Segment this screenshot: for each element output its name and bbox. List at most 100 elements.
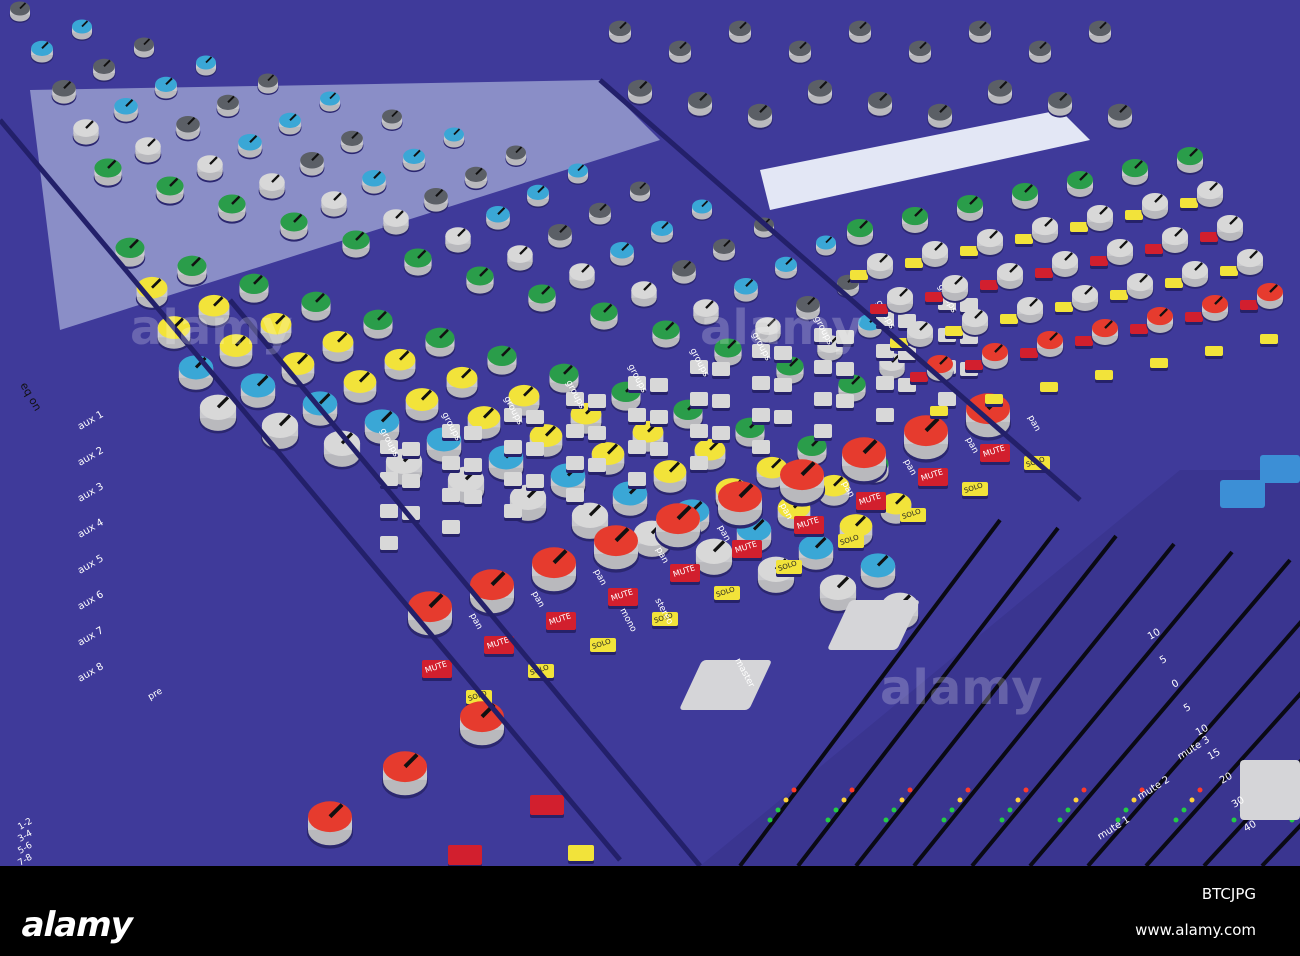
- stock-url: www.alamy.com: [1135, 921, 1256, 939]
- meter-led: [1181, 807, 1187, 813]
- channel-knob: [548, 223, 572, 241]
- group-button: [1150, 358, 1168, 368]
- group-button: [442, 488, 460, 502]
- meter-led: [791, 787, 797, 793]
- group-button: [588, 458, 606, 472]
- meter-led: [775, 807, 781, 813]
- top-knob: [849, 20, 871, 37]
- channel-knob: [714, 338, 742, 358]
- group-button: [1020, 348, 1038, 358]
- channel-knob: [424, 187, 448, 205]
- group-button: [1240, 300, 1258, 310]
- mixing-console-photo: MUTESOLOgroupspanMUTESOLOgroupspanMUTESO…: [0, 0, 1300, 866]
- meter-led: [833, 807, 839, 813]
- group-button: [690, 456, 708, 470]
- group-button: [752, 440, 770, 454]
- group-button: [1075, 336, 1093, 346]
- group-button: [850, 270, 868, 280]
- group-button: [1015, 234, 1033, 244]
- group-button: [774, 378, 792, 392]
- group-button: [1185, 312, 1203, 322]
- group-button: [836, 362, 854, 376]
- group-button: [836, 394, 854, 408]
- group-button: [1220, 266, 1238, 276]
- meter-led: [1023, 787, 1029, 793]
- meter-led: [1189, 797, 1195, 803]
- meter-led: [883, 817, 889, 823]
- group-button: [752, 376, 770, 390]
- group-button: [1260, 334, 1278, 344]
- group-button: [876, 408, 894, 422]
- group-button: [464, 426, 482, 440]
- channel-knob: [652, 320, 680, 340]
- group-button: [442, 520, 460, 534]
- meter-led: [849, 787, 855, 793]
- group-button: [380, 536, 398, 550]
- group-button: [690, 424, 708, 438]
- group-button: [1040, 382, 1058, 392]
- alamy-logo-text: alamy: [17, 905, 137, 945]
- group-button: [814, 360, 832, 374]
- group-button: [1070, 222, 1088, 232]
- meter-led: [1197, 787, 1203, 793]
- group-button: [1110, 290, 1128, 300]
- channel-knob: [695, 538, 733, 564]
- fader-cap: [1240, 760, 1300, 820]
- group-button: [588, 426, 606, 440]
- group-button: [628, 440, 646, 454]
- meter-led: [999, 817, 1005, 823]
- meter-led: [965, 787, 971, 793]
- group-button: [960, 246, 978, 256]
- group-button: [965, 360, 983, 370]
- group-button: [905, 258, 923, 268]
- channel-knob: [819, 574, 857, 600]
- channel-knob: [217, 94, 239, 110]
- group-button: [402, 474, 420, 488]
- meter-led: [1123, 807, 1129, 813]
- group-button: [876, 376, 894, 390]
- meter-led: [825, 817, 831, 823]
- group-button: [628, 472, 646, 486]
- solo-button: [568, 845, 594, 861]
- meter-led: [1065, 807, 1071, 813]
- meter-led: [1073, 797, 1079, 803]
- group-button: [980, 280, 998, 290]
- stock-image-id: BTCJPG: [1201, 885, 1256, 903]
- mute-button: [530, 795, 564, 815]
- meter-led: [841, 797, 847, 803]
- group-button: [526, 410, 544, 424]
- channel-knob: [466, 266, 494, 286]
- meter-led: [949, 807, 955, 813]
- group-button: [836, 330, 854, 344]
- group-button: [814, 424, 832, 438]
- meter-led: [1131, 797, 1137, 803]
- channel-knob: [362, 169, 386, 187]
- group-button: [504, 472, 522, 486]
- meter-led: [899, 797, 905, 803]
- channel-knob: [115, 237, 145, 258]
- group-button: [814, 392, 832, 406]
- group-button: [690, 392, 708, 406]
- group-button: [938, 392, 956, 406]
- meter-led: [783, 797, 789, 803]
- group-button: [930, 406, 948, 416]
- channel-knob: [486, 205, 510, 223]
- group-button: [402, 442, 420, 456]
- group-button: [650, 410, 668, 424]
- group-button: [712, 426, 730, 440]
- group-button: [1200, 232, 1218, 242]
- meter-led: [1173, 817, 1179, 823]
- group-button: [464, 490, 482, 504]
- meter-led: [1081, 787, 1087, 793]
- top-knob: [729, 20, 751, 37]
- group-button: [1145, 244, 1163, 254]
- meter-led: [941, 817, 947, 823]
- group-button: [1165, 278, 1183, 288]
- meter-led: [767, 817, 773, 823]
- meter-led: [1057, 817, 1063, 823]
- channel-knob: [238, 133, 262, 151]
- meter-led: [1231, 817, 1237, 823]
- channel-knob: [798, 535, 834, 560]
- channel-knob: [279, 112, 301, 128]
- group-button: [985, 394, 1003, 404]
